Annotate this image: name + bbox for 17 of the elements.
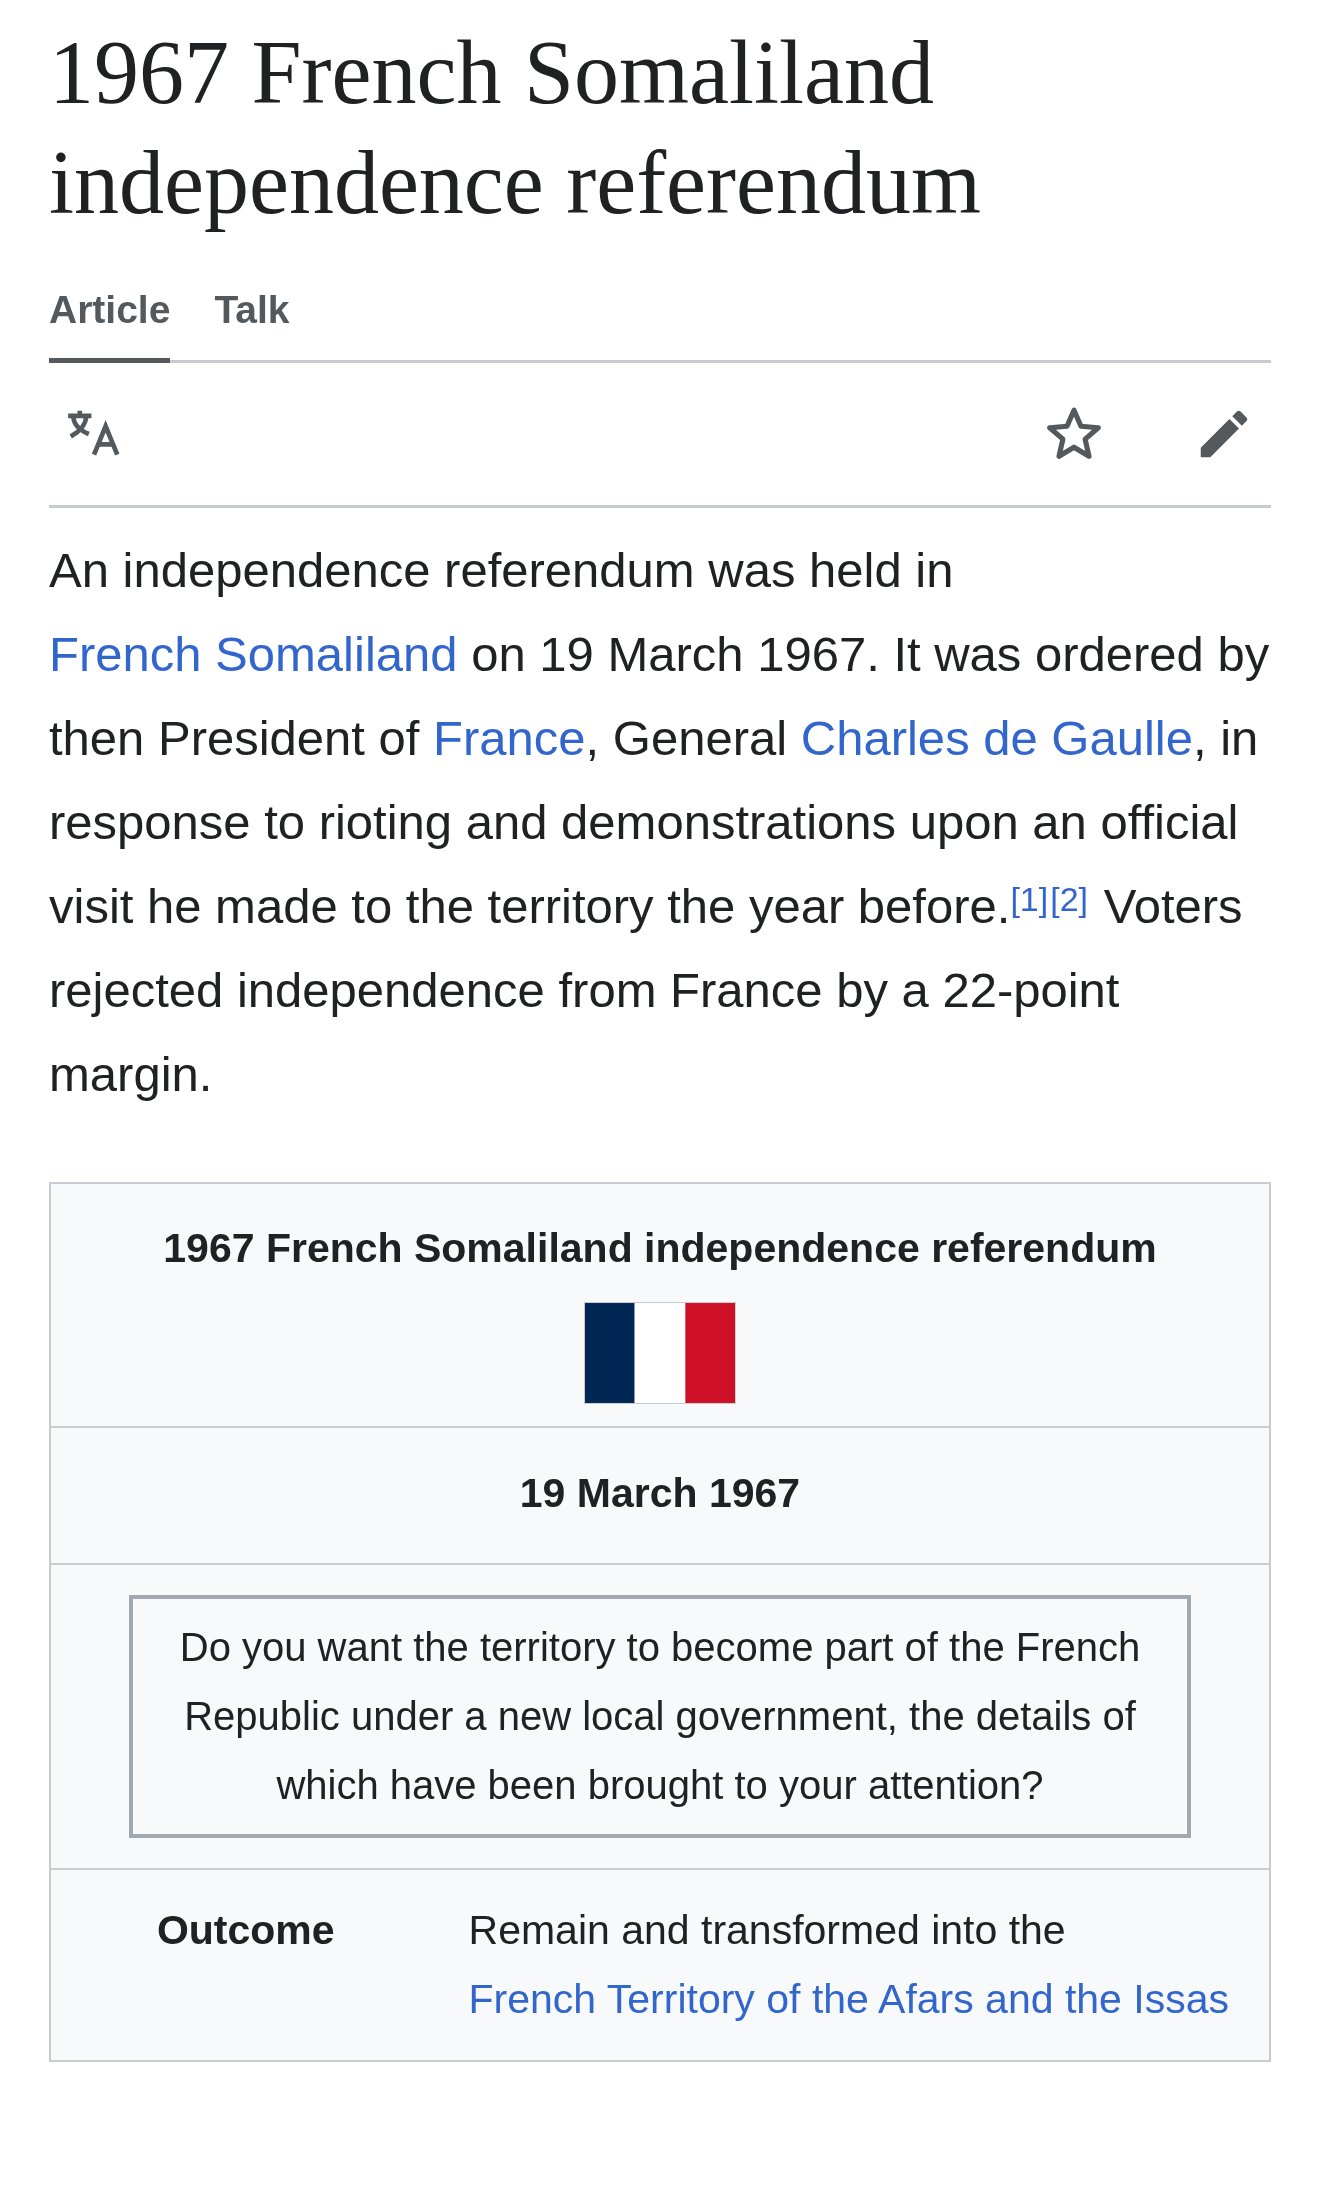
link[interactable]: French Somaliland (49, 627, 458, 681)
row-label: Outcome (155, 1906, 336, 1955)
reference-link[interactable]: [2] (1050, 880, 1089, 918)
row-value: Remain and transformed into the French Territory of the Afars and the Issas (467, 1906, 1230, 2024)
link[interactable]: French Territory of (468, 1976, 801, 2022)
link[interactable]: France (433, 711, 586, 765)
question-text: Do you want the territory to become part of the French Republic under a new local government, the details of which have been brought to your attention? (129, 1595, 1191, 1838)
intro-paragraph: An independence referendum was held in French Somaliland on 19 March 1967. It was ordered by then President of France, General Charles de Gaulle, in response to rioting and demonstrations upon an official visit he made to the territory the year before.$^{[1]}$$^{[2]}$ Voters rejected independence from France by a 22-point margin. (49, 542, 1271, 1103)
flag-icon (584, 1302, 736, 1404)
link[interactable]: the Afars and the Issas (811, 1976, 1229, 2022)
infobox-date: 19 March 1967 (51, 1428, 1269, 1565)
reference-link[interactable]: [1] (1010, 880, 1049, 918)
page-title: 1967 French Somaliland independence referendum (49, 22, 982, 234)
infobox-title: 1967 French Somaliland independence referendum (163, 1224, 1157, 1273)
link[interactable]: Charles de Gaulle (800, 711, 1193, 765)
tab[interactable]: Talk (214, 288, 290, 363)
tab[interactable]: Article (49, 288, 171, 363)
